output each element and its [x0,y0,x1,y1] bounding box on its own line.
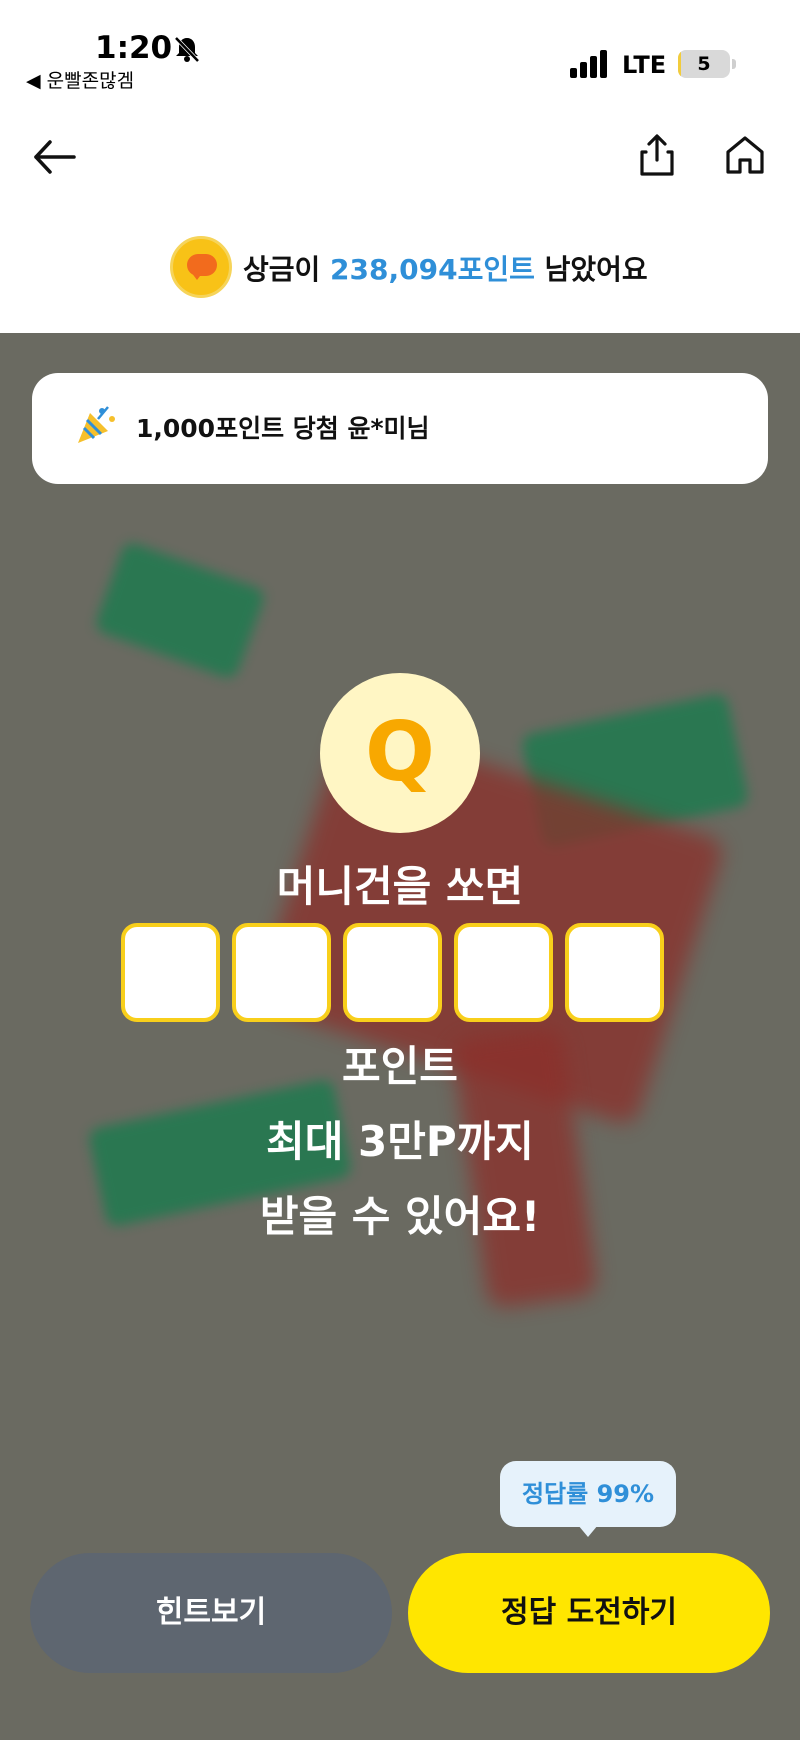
battery-nub [732,59,736,69]
answer-box[interactable] [121,923,220,1022]
hint-button[interactable]: 힌트보기 [30,1553,392,1673]
back-arrow-icon[interactable] [30,132,80,182]
question-line-1: 머니건을 쏘면 [276,862,524,911]
question-line-3: 최대 3만P까지 [266,1117,534,1166]
question-line-4: 받을 수 있어요! [259,1192,541,1241]
prize-prefix: 상금이 [243,253,331,286]
background-bill-1 [93,540,267,681]
prize-remaining-text: 상금이 238,094포인트 남았어요 [243,248,648,288]
accuracy-tooltip: 정답률 99% [500,1461,676,1527]
answer-boxes[interactable] [121,923,681,1023]
home-icon[interactable] [720,130,770,180]
status-bar: 1:20 ◀ 운빨존많겜 LTE 5 [0,0,800,100]
network-type: LTE [622,51,667,79]
chat-bubble-coin-icon [170,236,232,298]
question-badge-letter: Q [365,705,435,800]
question-line-2: 포인트 [342,1042,458,1091]
winner-text: 1,000포인트 당첨 윤*미님 [136,414,430,443]
answer-box[interactable] [343,923,442,1022]
accuracy-tooltip-tail [578,1525,598,1537]
bell-off-icon [174,36,200,63]
answer-box[interactable] [565,923,664,1022]
battery-percent: 5 [697,53,711,75]
quiz-area: 1,000포인트 당첨 윤*미님 Q 머니건을 쏘면 포인트 최대 3만P까지 … [0,333,800,1740]
back-to-app-link[interactable]: ◀ 운빨존많겜 [26,66,134,93]
status-time: 1:20 [95,30,173,66]
question-badge: Q [320,673,480,833]
winner-banner: 1,000포인트 당첨 윤*미님 [32,373,768,484]
battery-icon: 5 [678,50,730,78]
answer-box[interactable] [232,923,331,1022]
party-popper-icon [78,406,115,443]
prize-amount: 238,094포인트 [330,253,535,286]
answer-box[interactable] [454,923,553,1022]
answer-challenge-button[interactable]: 정답 도전하기 [408,1553,770,1673]
share-icon[interactable] [632,130,682,180]
signal-icon [570,50,607,78]
prize-suffix: 남았어요 [534,253,648,286]
